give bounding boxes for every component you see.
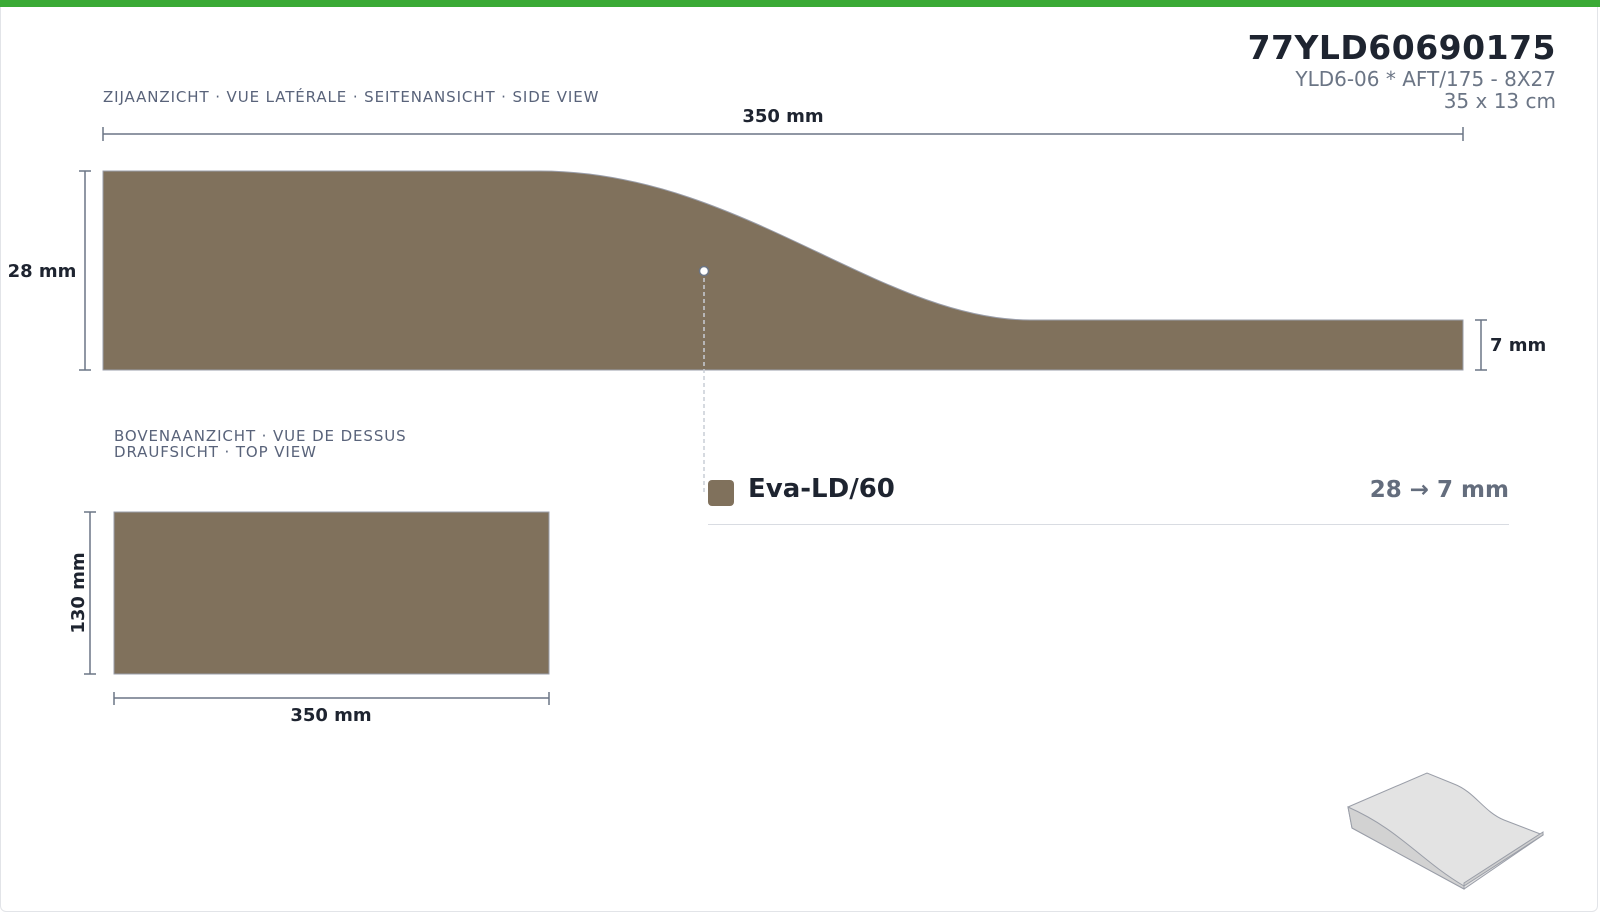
top-length-dimension	[113, 692, 550, 705]
side-length-dimension	[102, 127, 1464, 141]
side-max-height-label: 28 mm	[8, 261, 77, 282]
top-width-label: 130 mm	[68, 552, 89, 633]
side-profile-shape	[102, 170, 1464, 371]
side-max-height-dimension	[79, 170, 91, 371]
material-name: Eva-LD/60	[748, 474, 895, 504]
side-min-height-label: 7 mm	[1490, 335, 1546, 356]
top-profile-shape	[113, 511, 550, 675]
side-length-label: 350 mm	[742, 106, 823, 127]
top-length-label: 350 mm	[290, 705, 371, 726]
3d-preview-icon	[1347, 772, 1545, 890]
material-marker-dot	[698, 265, 710, 277]
material-swatch	[708, 480, 734, 506]
material-legend-row: Eva-LD/60 28 → 7 mm	[708, 472, 1509, 525]
side-min-height-dimension	[1475, 319, 1487, 371]
technical-drawing: 350 mm 28 mm 7 mm 130 mm 350 mm	[8, 106, 1546, 890]
material-thickness-range: 28 → 7 mm	[1369, 477, 1509, 503]
